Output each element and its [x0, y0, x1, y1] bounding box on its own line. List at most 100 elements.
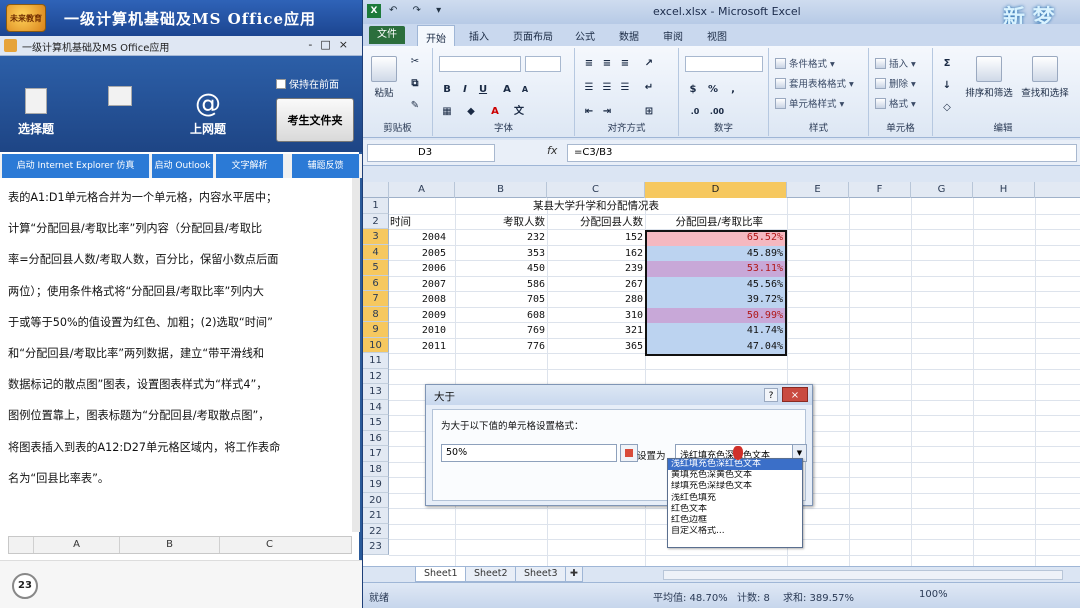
cell-exam[interactable]: 705 [455, 292, 547, 308]
increase-indent-icon[interactable]: ⇥ [599, 104, 615, 120]
row-header[interactable]: 12 [363, 368, 389, 384]
row-header[interactable]: 4 [363, 244, 389, 260]
horizontal-scrollbar[interactable] [663, 570, 1063, 580]
row-header[interactable]: 2 [363, 213, 389, 229]
format-option[interactable]: 自定义格式... [668, 526, 802, 537]
cell-ratio[interactable]: 53.11% [647, 261, 785, 277]
insert-sheet-icon[interactable]: ✚ [565, 567, 583, 582]
row-header[interactable]: 15 [363, 415, 389, 431]
format-cells-button[interactable]: 格式 ▾ [875, 96, 916, 110]
autosum-icon[interactable]: Σ [939, 56, 955, 72]
row-header[interactable]: 22 [363, 523, 389, 539]
tab-home[interactable]: 开始 [417, 25, 455, 46]
cell-ratio[interactable]: 39.72% [647, 292, 785, 308]
border-icon[interactable]: ▦ [439, 104, 455, 120]
format-painter-icon[interactable]: ✎ [407, 98, 423, 114]
fill-icon[interactable]: ↓ [939, 78, 955, 94]
formula-input[interactable]: =C3/B3 [567, 144, 1077, 162]
sheet-tab-2[interactable]: Sheet2 [465, 567, 517, 582]
row-header[interactable]: 7 [363, 291, 389, 307]
cell-exam[interactable]: 608 [455, 308, 547, 324]
font-color-icon[interactable]: A [487, 104, 503, 120]
window-controls[interactable]: -□× [308, 38, 356, 51]
bold-icon[interactable]: B [439, 82, 455, 98]
row-header[interactable]: 10 [363, 337, 389, 353]
cell-back[interactable]: 310 [547, 308, 645, 324]
excel-icon[interactable]: X [367, 4, 381, 18]
format-option[interactable]: 绿填充色深绿色文本 [668, 481, 802, 492]
sheet-title[interactable]: 某县大学升学和分配情况表 [455, 199, 737, 215]
cell-year[interactable]: 2005 [390, 246, 454, 262]
row-header[interactable]: 11 [363, 353, 389, 369]
cell-exam[interactable]: 769 [455, 323, 547, 339]
tab-text-analysis[interactable]: 文字解析 [216, 154, 284, 178]
tab-data[interactable]: 数据 [619, 28, 639, 43]
cell-exam[interactable]: 586 [455, 277, 547, 293]
cell-back[interactable]: 267 [547, 277, 645, 293]
question-scrollbar[interactable] [352, 178, 360, 532]
cell-exam[interactable]: 232 [455, 230, 547, 246]
row-header[interactable]: 9 [363, 322, 389, 338]
tab-view[interactable]: 视图 [707, 28, 727, 43]
tab-feedback[interactable]: 辅题反馈 [292, 154, 360, 178]
tab-outlook[interactable]: 启动 Outlook [152, 154, 214, 178]
cell-ratio[interactable]: 45.56% [647, 276, 785, 292]
row-header[interactable]: 17 [363, 446, 389, 462]
close-icon[interactable]: × [782, 387, 808, 402]
cell-back[interactable]: 162 [547, 246, 645, 262]
row-header[interactable]: 5 [363, 260, 389, 276]
select-all-corner[interactable] [363, 182, 389, 198]
format-option[interactable]: 红色边框 [668, 515, 802, 526]
paste-button[interactable]: 粘贴 [369, 56, 399, 99]
exam-folder-button[interactable]: 考生文件夹 [276, 98, 354, 142]
row-header[interactable]: 23 [363, 539, 389, 555]
currency-icon[interactable]: $ [685, 82, 701, 98]
insert-cells-button[interactable]: 插入 ▾ [875, 56, 916, 70]
cell-year[interactable]: 2009 [390, 308, 454, 324]
row-header[interactable]: 20 [363, 492, 389, 508]
cell-year[interactable]: 2010 [390, 323, 454, 339]
cell-back[interactable]: 365 [547, 339, 645, 355]
row-header[interactable]: 13 [363, 384, 389, 400]
align-bottom-icon[interactable]: ≡ [617, 56, 633, 72]
cell-ratio[interactable]: 65.52% [647, 230, 785, 246]
sheet-tab-1[interactable]: Sheet1 [415, 567, 467, 582]
find-select-button[interactable]: 查找和选择 [1019, 56, 1071, 99]
align-center-icon[interactable]: ☰ [599, 80, 615, 96]
threshold-input[interactable]: 50% [441, 444, 617, 462]
tab-review[interactable]: 审阅 [663, 28, 683, 43]
mail-button[interactable] [108, 86, 132, 112]
italic-icon[interactable]: I [457, 82, 473, 98]
cell-ratio[interactable]: 47.04% [647, 338, 785, 354]
cell-exam[interactable]: 450 [455, 261, 547, 277]
tab-ie-simulation[interactable]: 启动 Internet Explorer 仿真 [2, 154, 150, 178]
cell-style-button[interactable]: 单元格样式 ▾ [775, 96, 844, 110]
row-header[interactable]: 16 [363, 430, 389, 446]
help-icon[interactable]: ? [764, 388, 778, 402]
col-header-g[interactable]: G [911, 182, 973, 198]
table-format-button[interactable]: 套用表格格式 ▾ [775, 76, 854, 90]
cell-back[interactable]: 239 [547, 261, 645, 277]
sort-filter-button[interactable]: 排序和筛选 [963, 56, 1015, 99]
fx-icon[interactable]: fx [547, 144, 557, 157]
row-header[interactable]: 6 [363, 275, 389, 291]
cell-year[interactable]: 2011 [390, 339, 454, 355]
header-ratio[interactable]: 分配回县/考取比率 [645, 215, 787, 231]
cell-year[interactable]: 2004 [390, 230, 454, 246]
delete-cells-button[interactable]: 删除 ▾ [875, 76, 916, 90]
cell-back[interactable]: 321 [547, 323, 645, 339]
row-header[interactable]: 18 [363, 461, 389, 477]
question-number-badge[interactable]: 23 [12, 573, 38, 599]
cut-icon[interactable]: ✂ [407, 54, 423, 70]
clear-icon[interactable]: ◇ [939, 100, 955, 116]
row-header[interactable]: 1 [363, 198, 389, 214]
col-header-e[interactable]: E [787, 182, 849, 198]
number-format-combo[interactable] [685, 56, 763, 72]
increase-decimal-icon[interactable]: .0 [687, 104, 703, 120]
cell-year[interactable]: 2006 [390, 261, 454, 277]
cell-back[interactable]: 152 [547, 230, 645, 246]
header-exam-count[interactable]: 考取人数 [455, 215, 547, 231]
internet-question-button[interactable]: @ 上网题 [190, 90, 226, 137]
col-header-b[interactable]: B [455, 182, 547, 198]
sheet-tab-3[interactable]: Sheet3 [515, 567, 567, 582]
